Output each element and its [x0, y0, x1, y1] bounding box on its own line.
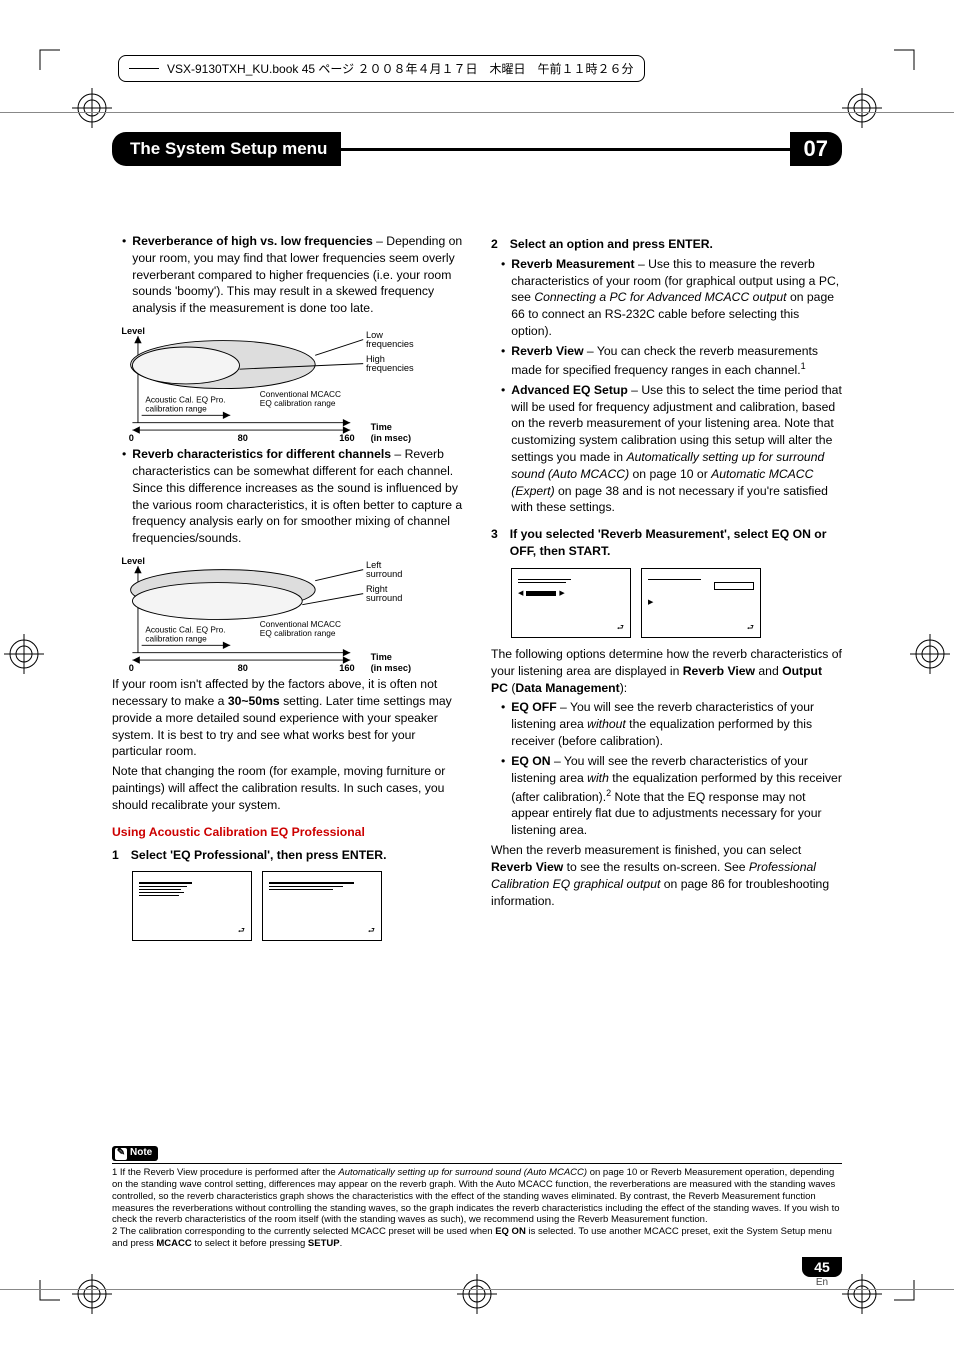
chart-low-high-freq: Level Low frequencies High frequencies A… — [112, 323, 463, 443]
bullet-item: •Reverb View – You can check the reverb … — [491, 343, 842, 379]
menu-box: ▶⮐ — [641, 568, 761, 638]
chart-channel-reverb: Level Left surround Right surround Acous… — [112, 553, 463, 673]
note-badge: ✎Note — [112, 1146, 158, 1161]
left-column: • Reverberance of high vs. low frequenci… — [112, 230, 463, 1150]
subheading: Using Acoustic Calibration EQ Profession… — [112, 824, 463, 841]
return-icon: ⮐ — [617, 622, 624, 633]
bullet-dot-icon: • — [501, 699, 505, 749]
rule — [0, 1289, 954, 1290]
book-info-text: VSX-9130TXH_KU.book 45 ページ ２００８年４月１７日 木曜… — [167, 60, 634, 77]
crop-mark — [30, 1280, 60, 1310]
axis-label-level: Level — [121, 556, 145, 566]
book-info: VSX-9130TXH_KU.book 45 ページ ２００８年４月１７日 木曜… — [118, 55, 645, 82]
bullet-item: • Reverb characteristics for different c… — [112, 446, 463, 547]
bullet-dot-icon: • — [501, 382, 505, 517]
right-column: 2 Select an option and press ENTER. •Reve… — [491, 230, 842, 1150]
return-icon: ⮐ — [368, 925, 375, 936]
footnote: 1 If the Reverb View procedure is perfor… — [112, 1167, 842, 1226]
paragraph: If your room isn't affected by the facto… — [112, 676, 463, 760]
step-number: 2 — [491, 236, 498, 253]
tick-label: 80 — [238, 433, 248, 443]
tick-label: 0 — [129, 433, 134, 443]
axis-label-level: Level — [121, 326, 145, 336]
bullet-item: •Advanced EQ Setup – Use this to select … — [491, 382, 842, 517]
bullet-item: •EQ OFF – You will see the reverb charac… — [491, 699, 842, 749]
annotation: EQ calibration range — [260, 398, 336, 408]
registration-mark — [910, 634, 950, 674]
axis-label: Time — [371, 422, 392, 432]
tick-label: 80 — [238, 663, 248, 673]
menu-box: ⮐ — [262, 871, 382, 941]
header-rule — [341, 148, 789, 151]
menu-screenshot: ◀▶⮐ ▶⮐ — [511, 568, 842, 638]
paragraph: Note that changing the room (for example… — [112, 763, 463, 813]
chapter-number: 07 — [790, 132, 842, 166]
menu-box: ⮐ — [132, 871, 252, 941]
bullet-body: – Reverb characteristics can be somewhat… — [132, 447, 462, 545]
step-number: 1 — [112, 847, 119, 864]
crop-mark — [894, 1280, 924, 1310]
bullet-dot-icon: • — [122, 446, 126, 547]
menu-screenshot: ⮐ ⮐ — [132, 871, 463, 941]
tick-label: 160 — [339, 663, 354, 673]
return-icon: ⮐ — [747, 622, 754, 633]
axis-label: (in msec) — [371, 663, 411, 673]
step-number: 3 — [491, 526, 498, 560]
series-label: surround — [366, 569, 402, 579]
menu-box: ◀▶⮐ — [511, 568, 631, 638]
bullet-dot-icon: • — [501, 343, 505, 379]
series-label: surround — [366, 593, 402, 603]
section-title: The System Setup menu — [112, 132, 341, 166]
bullet-item: • Reverberance of high vs. low frequenci… — [112, 233, 463, 317]
note-section: ✎Note 1 If the Reverb View procedure is … — [112, 1146, 842, 1250]
return-icon: ⮐ — [238, 925, 245, 936]
bullet-title: Reverb characteristics for different cha… — [132, 447, 391, 461]
bullet-item: •Reverb Measurement – Use this to measur… — [491, 256, 842, 340]
registration-mark — [72, 1274, 112, 1314]
step-text: If you selected 'Reverb Measurement', se… — [510, 526, 842, 560]
annotation: calibration range — [145, 404, 207, 414]
paragraph: The following options determine how the … — [491, 646, 842, 696]
footnote-ref: 1 — [801, 361, 806, 371]
crop-mark — [894, 40, 924, 70]
registration-mark — [842, 88, 882, 128]
bullet-dot-icon: • — [122, 233, 126, 317]
note-label: Note — [130, 1147, 152, 1160]
crop-mark — [30, 40, 60, 70]
page-number-badge: 45 En — [802, 1257, 842, 1288]
rule — [0, 112, 954, 113]
bullet-dot-icon: • — [501, 256, 505, 340]
step: 3 If you selected 'Reverb Measurement', s… — [491, 526, 842, 560]
bullet-dot-icon: • — [501, 753, 505, 839]
tick-label: 160 — [339, 433, 354, 443]
step: 2 Select an option and press ENTER. — [491, 236, 842, 253]
pencil-icon: ✎ — [115, 1148, 127, 1160]
tick-label: 0 — [129, 663, 134, 673]
bullet-item: •EQ ON – You will see the reverb charact… — [491, 753, 842, 839]
annotation: calibration range — [145, 634, 207, 644]
axis-label: Time — [371, 652, 392, 662]
page-lang: En — [802, 1277, 842, 1288]
registration-mark — [457, 1274, 497, 1314]
content-area: • Reverberance of high vs. low frequenci… — [112, 230, 842, 1150]
paragraph: When the reverb measurement is finished,… — [491, 842, 842, 909]
step: 1 Select 'EQ Professional', then press EN… — [112, 847, 463, 864]
step-text: Select 'EQ Professional', then press ENT… — [131, 847, 463, 864]
annotation: EQ calibration range — [260, 628, 336, 638]
registration-mark — [72, 88, 112, 128]
registration-mark — [842, 1274, 882, 1314]
axis-label: (in msec) — [371, 433, 411, 443]
bullet-title: Reverberance of high vs. low frequencies — [132, 234, 372, 248]
series-label: frequencies — [366, 339, 414, 349]
series-label: frequencies — [366, 363, 414, 373]
registration-mark — [4, 634, 44, 674]
page-number: 45 — [802, 1257, 842, 1277]
page-header: The System Setup menu 07 — [112, 131, 842, 167]
step-text: Select an option and press ENTER. — [510, 236, 842, 253]
footnote: 2 The calibration corresponding to the c… — [112, 1226, 842, 1250]
